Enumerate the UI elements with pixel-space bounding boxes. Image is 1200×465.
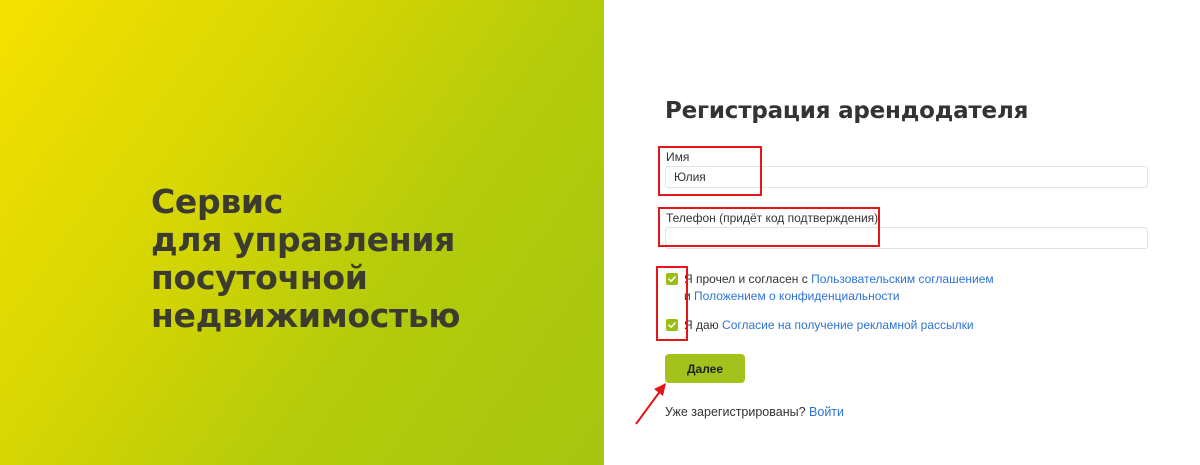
hero-line-2: для управления [151,220,456,259]
marketing-consent-link[interactable]: Согласие на получение рекламной рассылки [722,318,974,332]
marketing-prefix: Я даю [684,318,719,332]
annotation-box-phone [658,207,880,247]
terms-prefix: Я прочел и согласен с [684,272,808,286]
login-prompt-line: Уже зарегистрированы? Войти [665,405,844,419]
privacy-policy-link[interactable]: Положением о конфиденциальности [694,289,900,303]
annotation-arrow-icon [635,383,666,425]
form-title: Регистрация арендодателя [665,98,1029,124]
terms-agreement: Я прочел и согласен с Пользовательским с… [684,272,994,286]
privacy-agreement: и Положением о конфиденциальности [684,289,900,303]
annotation-box-checkboxes [656,266,688,341]
marketing-agreement: Я даю Согласие на получение рекламной ра… [684,318,974,332]
annotation-box-name [658,146,762,196]
hero-line-3: посуточной [151,258,368,297]
next-button[interactable]: Далее [665,354,745,383]
login-link[interactable]: Войти [809,405,844,419]
hero-slogan: Сервис для управления посуточной недвижи… [151,183,460,335]
login-prompt: Уже зарегистрированы? [665,405,806,419]
hero-line-4: недвижимостью [151,296,461,335]
user-agreement-link[interactable]: Пользовательским соглашением [811,272,994,286]
hero-panel: Сервис для управления посуточной недвижи… [0,0,604,465]
hero-line-1: Сервис [151,182,283,221]
